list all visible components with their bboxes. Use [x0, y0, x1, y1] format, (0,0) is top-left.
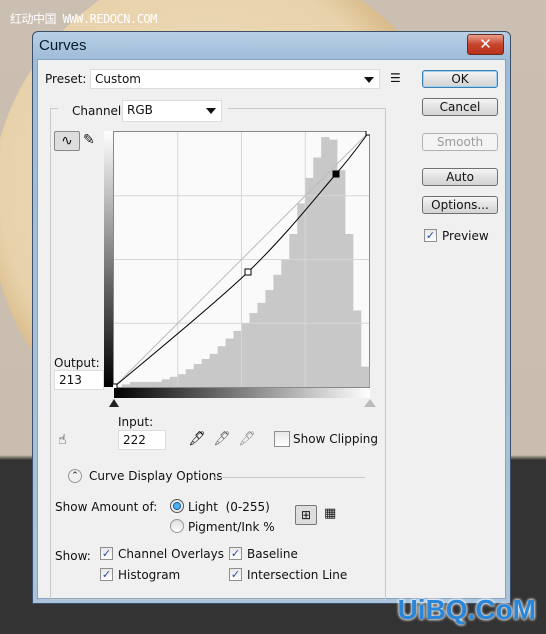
histogram-bar: [129, 381, 139, 387]
histogram-bar: [169, 376, 179, 387]
preview-checkbox[interactable]: ✓: [424, 229, 437, 242]
curves-dialog: Curves ✕ Preset: Custom ☰ Channel: RGB ∿…: [32, 31, 511, 604]
histogram-bar: [137, 381, 147, 387]
curve-tool-icon[interactable]: ∿: [54, 131, 80, 151]
histogram-bar: [257, 302, 266, 387]
histogram-bar: [289, 234, 298, 387]
collapse-icon[interactable]: ⌃: [68, 469, 82, 483]
show-amount-label: Show Amount of:: [55, 500, 158, 514]
histogram-bar: [241, 323, 250, 387]
detailed-grid-button[interactable]: ▦: [324, 506, 336, 521]
histogram-bar: [345, 234, 354, 387]
baseline-checkbox[interactable]: ✓: [229, 547, 242, 560]
output-field[interactable]: 213: [54, 370, 104, 390]
intersection-line-label: Intersection Line: [247, 568, 348, 582]
light-option-label: Light (0-255): [188, 500, 270, 514]
histogram-bar: [297, 203, 306, 387]
histogram-bar: [225, 338, 234, 387]
histogram-bar: [201, 358, 210, 387]
histogram-checkbox[interactable]: ✓: [100, 568, 113, 581]
preset-options-icon[interactable]: ☰: [390, 71, 401, 85]
channel-label: Channel:: [72, 104, 126, 118]
histogram-bar: [153, 381, 163, 387]
chevron-down-icon: [206, 108, 216, 114]
histogram-label: Histogram: [118, 568, 181, 582]
pigment-radio[interactable]: [170, 519, 184, 533]
show-clipping-label: Show Clipping: [293, 432, 379, 446]
channel-select[interactable]: RGB: [122, 100, 222, 122]
preset-label: Preset:: [45, 72, 87, 86]
dialog-body: Preset: Custom ☰ Channel: RGB ∿ ✎ Output…: [37, 59, 506, 600]
histogram-bar: [161, 379, 171, 387]
white-point-slider[interactable]: [364, 399, 376, 407]
cancel-button[interactable]: Cancel: [422, 98, 498, 116]
pencil-icon[interactable]: ✎: [83, 132, 95, 148]
auto-button[interactable]: Auto: [422, 168, 498, 186]
watermark-bottom: UiBQ.CoM: [397, 594, 536, 625]
options-button[interactable]: Options...: [422, 196, 498, 214]
chevron-down-icon: [364, 77, 374, 83]
white-eyedropper-icon[interactable]: 🖋: [238, 431, 256, 447]
show-label: Show:: [55, 549, 91, 563]
histogram-bar: [185, 369, 194, 387]
histogram-bar: [177, 374, 187, 387]
dialog-title: Curves: [39, 37, 87, 54]
histogram-bar: [273, 274, 282, 387]
show-clipping-checkbox[interactable]: [274, 431, 290, 447]
targeted-adjustment-hand-icon[interactable]: ☝: [58, 432, 67, 448]
output-label: Output:: [54, 356, 100, 370]
histogram-bar: [361, 366, 370, 387]
black-eyedropper-icon[interactable]: 🖋: [188, 431, 206, 447]
histogram-bar: [233, 330, 242, 387]
preset-select[interactable]: Custom: [90, 69, 380, 89]
pigment-option-label: Pigment/Ink %: [188, 520, 275, 534]
curve-point[interactable]: [244, 268, 252, 276]
channel-overlays-checkbox[interactable]: ✓: [100, 547, 113, 560]
histogram-bar: [145, 381, 155, 387]
input-label: Input:: [118, 415, 154, 429]
input-field[interactable]: 222: [118, 430, 166, 450]
histogram-bar: [353, 310, 362, 387]
channel-overlays-label: Channel Overlays: [118, 547, 224, 561]
curve-graph[interactable]: [113, 131, 370, 388]
simple-grid-button[interactable]: ⊞: [295, 505, 317, 525]
preview-label: Preview: [442, 229, 489, 243]
smooth-button: Smooth: [422, 133, 498, 151]
baseline-label: Baseline: [247, 547, 298, 561]
histogram-bar: [249, 313, 258, 387]
input-gradient-bar: [114, 388, 370, 398]
histogram-bar: [321, 137, 330, 387]
channel-value: RGB: [127, 103, 153, 117]
selected-curve-point[interactable]: [332, 170, 340, 178]
histogram-bar: [337, 170, 346, 387]
histogram-bar: [265, 290, 274, 387]
light-radio[interactable]: [170, 499, 184, 513]
histogram-bar: [209, 353, 218, 387]
preset-value: Custom: [95, 72, 141, 86]
intersection-line-checkbox[interactable]: ✓: [229, 568, 242, 581]
close-button[interactable]: ✕: [467, 34, 504, 55]
histogram-bar: [121, 384, 131, 387]
divider: [213, 477, 365, 478]
watermark-top: 红动中国 WWW.REDOCN.COM: [10, 12, 157, 26]
black-point-slider[interactable]: [109, 399, 119, 407]
ok-button[interactable]: OK: [422, 70, 498, 88]
histogram-bar: [217, 346, 226, 387]
curve-display-options-label[interactable]: Curve Display Options: [89, 469, 223, 483]
gray-eyedropper-icon[interactable]: 🖋: [213, 431, 231, 447]
curve-point[interactable]: [365, 131, 370, 136]
histogram-bar: [193, 364, 202, 387]
